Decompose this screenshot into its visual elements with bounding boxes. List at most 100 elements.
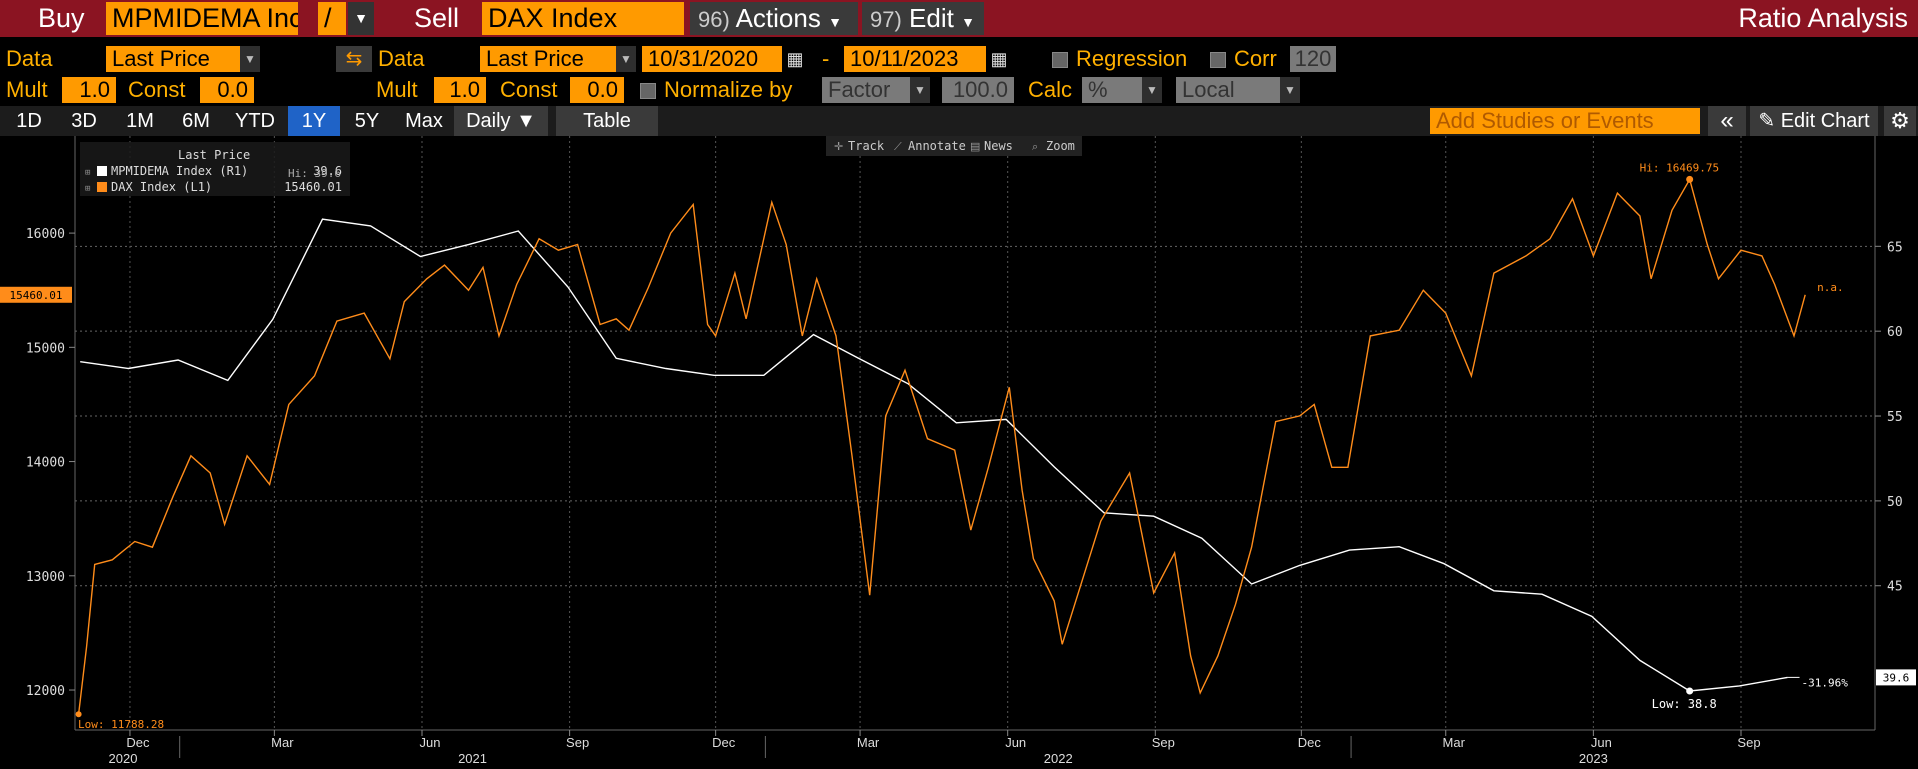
end-date-field[interactable]: 10/11/2023 (844, 46, 986, 72)
actions-menu-label: Actions (735, 3, 821, 33)
pmi-last-tag-text: 39.6 (1883, 671, 1910, 684)
left-tick-label: 16000 (26, 227, 65, 242)
x-year-label: 2021 (458, 751, 487, 766)
swap-icon[interactable]: ⇆ (336, 46, 372, 72)
legend-swatch (97, 182, 107, 192)
zoom-icon: ⌕ (1032, 141, 1038, 153)
data-2-dropdown[interactable]: ▼ (616, 46, 636, 72)
operator-field[interactable]: / (318, 2, 346, 35)
legend-series-name: MPMIDEMA Index (R1) (111, 164, 248, 178)
period-button-3d[interactable]: 3D (58, 106, 110, 136)
edit-chart-button[interactable]: ✎ Edit Chart (1750, 106, 1878, 136)
gear-icon[interactable]: ⚙ (1884, 106, 1916, 136)
right-axis: 45 50 55 60 65 (1875, 240, 1903, 595)
period-button-1y[interactable]: 1Y (288, 106, 340, 136)
legend-expand-icon: ⊞ (85, 168, 90, 178)
corr-checkbox[interactable] (1210, 52, 1226, 68)
x-tick-label: Sep (1737, 735, 1760, 750)
double-chevron-left-icon[interactable]: « (1708, 106, 1746, 136)
legend-hi-label: Hi: 39.6 (288, 167, 341, 180)
sell-label: Sell (414, 3, 460, 33)
pencil-icon: ✎ (1758, 110, 1776, 132)
actions-menu[interactable]: 96) Actions ▼ (690, 2, 858, 35)
ratio-chart[interactable]: 12000 13000 14000 15000 16000 45 50 55 60 65 Dec… (0, 136, 1918, 769)
dax-last-tag-text: 15460.01 (10, 289, 63, 302)
mult-field-1[interactable]: 1.0 (62, 77, 116, 103)
x-tick-label: Mar (271, 735, 294, 750)
normalize-checkbox[interactable] (640, 83, 656, 99)
normalize-amount-field[interactable]: 100.0 (942, 77, 1014, 103)
x-tick-label: Sep (1152, 735, 1175, 750)
regression-checkbox[interactable] (1052, 52, 1068, 68)
period-button-6m[interactable]: 6M (170, 106, 222, 136)
legend-expand-icon: ⊞ (85, 184, 90, 194)
dax-low-marker (75, 711, 82, 718)
x-tick-label: Jun (1591, 735, 1612, 750)
normalize-factor-field[interactable]: Factor (822, 77, 910, 103)
period-button-max[interactable]: Max (394, 106, 454, 136)
x-tick-label: Dec (1298, 735, 1322, 750)
const-field-1[interactable]: 0.0 (200, 77, 254, 103)
x-year-label: 2023 (1579, 751, 1608, 766)
start-date-field[interactable]: 10/31/2020 (642, 46, 782, 72)
normalize-label: Normalize by (664, 77, 793, 102)
period-button-ytd[interactable]: YTD (226, 106, 284, 136)
add-studies-input[interactable]: Add Studies or Events (1430, 108, 1700, 134)
series-line-dax (77, 177, 1806, 715)
track-icon: ✛ (834, 141, 843, 153)
normalize-dropdown[interactable]: ▼ (910, 77, 930, 103)
buy-security-field[interactable]: MPMIDEMA Inc (106, 2, 298, 35)
pmi-change-label: -31.96% (1802, 676, 1849, 689)
edit-number: 97) (870, 7, 902, 32)
series-line-mpmidema (80, 218, 1788, 692)
period-button-1m[interactable]: 1M (114, 106, 166, 136)
annotate-icon: ⟋ (894, 141, 902, 153)
right-tick-label: 55 (1887, 410, 1903, 425)
edit-menu[interactable]: 97) Edit ▼ (862, 2, 984, 35)
legend-series-value: 15460.01 (284, 180, 342, 194)
calc-dropdown[interactable]: ▼ (1142, 77, 1162, 103)
calc-field[interactable]: % (1082, 77, 1142, 103)
const-field-2[interactable]: 0.0 (570, 77, 624, 103)
left-tick-label: 15000 (26, 341, 65, 356)
chevron-down-icon: ▼ (961, 14, 975, 30)
data-label-2: Data (378, 46, 425, 71)
data-1-dropdown[interactable]: ▼ (240, 46, 260, 72)
x-tick-label: Dec (126, 735, 150, 750)
mult-field-2[interactable]: 1.0 (434, 77, 486, 103)
data-field-1[interactable]: Last Price (106, 46, 240, 72)
currency-field[interactable]: Local (1176, 77, 1280, 103)
const-label-2: Const (500, 77, 558, 102)
edit-menu-label: Edit (909, 3, 954, 33)
corr-label: Corr (1234, 46, 1277, 71)
calc-label: Calc (1028, 77, 1073, 102)
right-tick-label: 65 (1887, 240, 1903, 255)
data-field-2[interactable]: Last Price (480, 46, 616, 72)
x-year-label: 2022 (1044, 751, 1073, 766)
pmi-low-marker (1686, 687, 1694, 695)
operator-dropdown[interactable]: ▼ (348, 2, 374, 35)
dax-high-marker (1686, 175, 1694, 183)
calendar-icon[interactable]: ▦ (784, 46, 806, 72)
chart-toolbar: ✛ Track ⟋ Annotate ▤ News ⌕ Zoom (826, 136, 1082, 156)
period-button-5y[interactable]: 5Y (344, 106, 390, 136)
chevron-down-icon: ▼ (828, 14, 842, 30)
dax-low-label: Low: 11788.28 (78, 718, 164, 731)
mult-label: Mult (6, 77, 48, 102)
right-tick-label: 45 (1887, 580, 1903, 595)
calendar-icon[interactable]: ▦ (988, 46, 1010, 72)
regression-label: Regression (1076, 46, 1188, 71)
currency-dropdown[interactable]: ▼ (1280, 77, 1300, 103)
frequency-dropdown[interactable]: Daily ▼ (454, 106, 548, 136)
data-label: Data (6, 46, 53, 71)
chart-toolbar-annotate: Annotate (908, 139, 966, 153)
period-button-1d[interactable]: 1D (4, 106, 54, 136)
chart-annotations: Hi: 16469.75 Low: 11788.28 Low: 38.8 -31.96… (0, 161, 1916, 731)
sell-security-field[interactable]: DAX Index (482, 2, 684, 35)
left-tick-label: 12000 (26, 684, 65, 699)
right-tick-label: 60 (1887, 325, 1903, 340)
corr-window-field[interactable]: 120 (1290, 46, 1336, 72)
const-label: Const (128, 77, 186, 102)
table-button[interactable]: Table (556, 106, 658, 136)
chart-toolbar-zoom: Zoom (1046, 139, 1075, 153)
